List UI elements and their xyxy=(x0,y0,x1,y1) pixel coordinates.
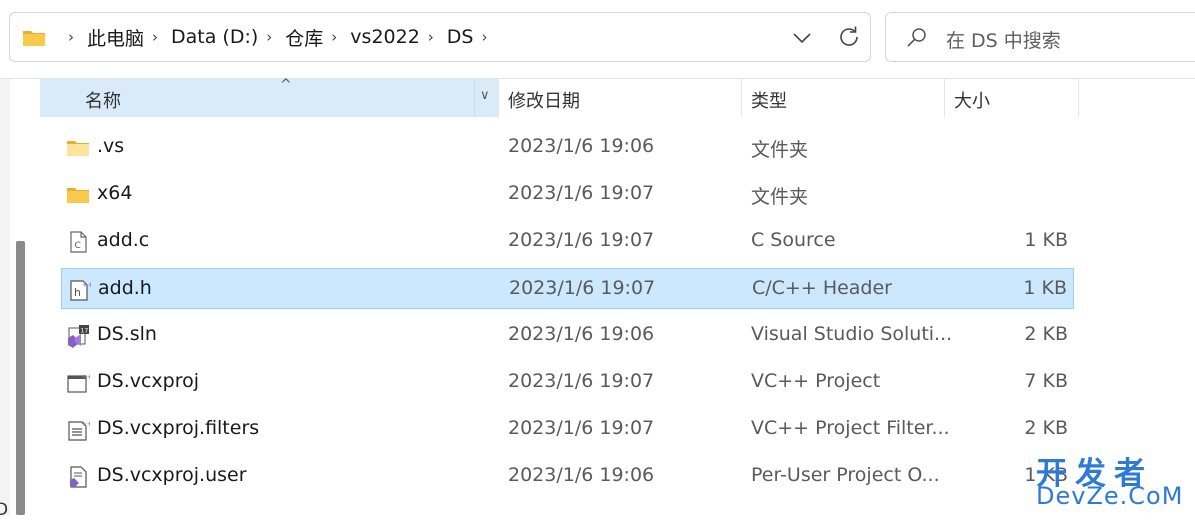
column-header-type[interactable]: 类型 xyxy=(742,79,945,117)
column-header-label: 修改日期 xyxy=(508,91,580,112)
refresh-icon[interactable] xyxy=(836,24,862,50)
file-date: 2023/1/6 19:07 xyxy=(509,277,656,299)
file-size: 2 KB xyxy=(1024,417,1068,439)
file-date: 2023/1/6 19:07 xyxy=(508,229,655,251)
file-name: .vs xyxy=(97,135,125,157)
vcxproj-icon: ++ xyxy=(66,371,93,395)
svg-text:17: 17 xyxy=(81,328,89,335)
file-type: C/C++ Header xyxy=(752,277,892,299)
breadcrumb-repo[interactable]: 仓库 xyxy=(285,24,323,51)
nav-pane-scrollbar[interactable] xyxy=(16,241,25,515)
chevron-right-icon[interactable]: › xyxy=(266,28,272,46)
file-row-add-c[interactable]: C add.c 2023/1/6 19:07 C Source 1 KB xyxy=(61,221,1074,262)
chevron-right-icon[interactable]: › xyxy=(152,28,158,46)
navigation-pane-edge xyxy=(0,79,10,515)
chevron-down-icon: ∨ xyxy=(480,88,490,103)
column-header-date[interactable]: 修改日期 xyxy=(499,79,742,117)
breadcrumb: › 此电脑 › Data (D:) › 仓库 › vs2022 › DS › xyxy=(60,13,501,61)
breadcrumb-ds[interactable]: DS xyxy=(447,26,474,48)
file-row-x64-folder[interactable]: x64 2023/1/6 19:07 文件夹 xyxy=(61,174,1074,215)
file-name: DS.sln xyxy=(97,323,157,345)
watermark-line2: DevZe.CoM xyxy=(1036,482,1184,510)
file-date: 2023/1/6 19:06 xyxy=(508,464,655,486)
breadcrumb-this-pc[interactable]: 此电脑 xyxy=(87,24,144,51)
file-type: Visual Studio Soluti... xyxy=(751,323,953,345)
top-bar: › 此电脑 › Data (D:) › 仓库 › vs2022 › DS › 在… xyxy=(0,0,1195,79)
file-row-ds-vcxproj[interactable]: ++ DS.vcxproj 2023/1/6 19:07 VC++ Projec… xyxy=(61,362,1074,403)
search-placeholder: 在 DS 中搜索 xyxy=(946,30,1061,52)
header-file-icon: h ++ xyxy=(67,278,94,302)
file-name: DS.vcxproj.user xyxy=(97,464,247,486)
column-header-label: 名称 xyxy=(85,91,121,112)
c-source-file-icon: C xyxy=(66,230,90,254)
file-date: 2023/1/6 19:07 xyxy=(508,370,655,392)
user-project-file-icon xyxy=(66,465,90,489)
search-box[interactable]: 在 DS 中搜索 xyxy=(885,12,1195,62)
file-row-ds-vcxproj-filters[interactable]: ++ DS.vcxproj.filters 2023/1/6 19:07 VC+… xyxy=(61,409,1074,450)
folder-icon xyxy=(22,28,46,52)
chevron-down-icon[interactable] xyxy=(790,27,814,49)
file-size: 1 KB xyxy=(1024,229,1068,251)
file-type: 文件夹 xyxy=(751,139,809,161)
file-row-vs-folder[interactable]: .vs 2023/1/6 19:06 文件夹 xyxy=(61,127,1074,168)
file-date: 2023/1/6 19:07 xyxy=(508,417,655,439)
file-type: Per-User Project O... xyxy=(751,464,940,486)
file-date: 2023/1/6 19:06 xyxy=(508,135,655,157)
nav-pane-text-fragment: D xyxy=(0,500,9,520)
folder-icon xyxy=(66,136,90,160)
file-row-ds-sln[interactable]: 17 DS.sln 2023/1/6 19:06 Visual Studio S… xyxy=(61,315,1074,356)
watermark: 开发者 DevZe.CoM xyxy=(1034,448,1192,514)
file-name: x64 xyxy=(97,182,133,204)
file-type: VC++ Project Filter... xyxy=(751,417,950,439)
svg-text:h: h xyxy=(74,286,81,299)
svg-text:++: ++ xyxy=(81,373,90,381)
breadcrumb-vs2022[interactable]: vs2022 xyxy=(350,26,420,48)
column-header-label: 大小 xyxy=(954,91,990,112)
folder-icon xyxy=(66,183,90,207)
file-row-ds-vcxproj-user[interactable]: DS.vcxproj.user 2023/1/6 19:06 Per-User … xyxy=(61,456,1074,497)
column-header-size[interactable]: 大小 xyxy=(945,79,1079,117)
file-name: add.h xyxy=(98,277,152,299)
file-date: 2023/1/6 19:06 xyxy=(508,323,655,345)
file-name: add.c xyxy=(97,229,150,251)
sort-ascending-icon: ^ xyxy=(280,77,292,93)
column-filter-dropdown[interactable]: ∨ xyxy=(474,79,498,117)
file-type: C Source xyxy=(751,229,836,251)
chevron-right-icon[interactable]: › xyxy=(428,28,434,46)
file-name: DS.vcxproj.filters xyxy=(97,417,260,439)
search-icon xyxy=(906,27,928,53)
svg-text:++: ++ xyxy=(81,420,90,428)
column-header-name[interactable]: ^ 名称 ∨ xyxy=(40,77,499,117)
svg-text:++: ++ xyxy=(82,281,91,289)
chevron-right-icon[interactable]: › xyxy=(331,28,337,46)
file-size: 7 KB xyxy=(1024,370,1068,392)
file-name: DS.vcxproj xyxy=(97,370,200,392)
file-size: 2 KB xyxy=(1024,323,1068,345)
vs-solution-icon: 17 xyxy=(66,324,90,348)
file-size: 1 KB xyxy=(1023,277,1067,299)
breadcrumb-drive-d[interactable]: Data (D:) xyxy=(171,26,258,48)
file-type: 文件夹 xyxy=(751,186,809,208)
chevron-right-icon: › xyxy=(68,28,74,46)
column-header-label: 类型 xyxy=(751,91,787,112)
svg-text:C: C xyxy=(75,241,81,251)
file-date: 2023/1/6 19:07 xyxy=(508,182,655,204)
chevron-right-icon[interactable]: › xyxy=(482,28,488,46)
address-bar[interactable]: › 此电脑 › Data (D:) › 仓库 › vs2022 › DS › xyxy=(9,12,871,62)
nav-pane-text-fragment: i xyxy=(0,102,1,123)
file-type: VC++ Project xyxy=(751,370,881,392)
filters-file-icon: ++ xyxy=(66,418,93,442)
file-row-add-h[interactable]: h ++ add.h 2023/1/6 19:07 C/C++ Header 1 … xyxy=(61,268,1074,309)
